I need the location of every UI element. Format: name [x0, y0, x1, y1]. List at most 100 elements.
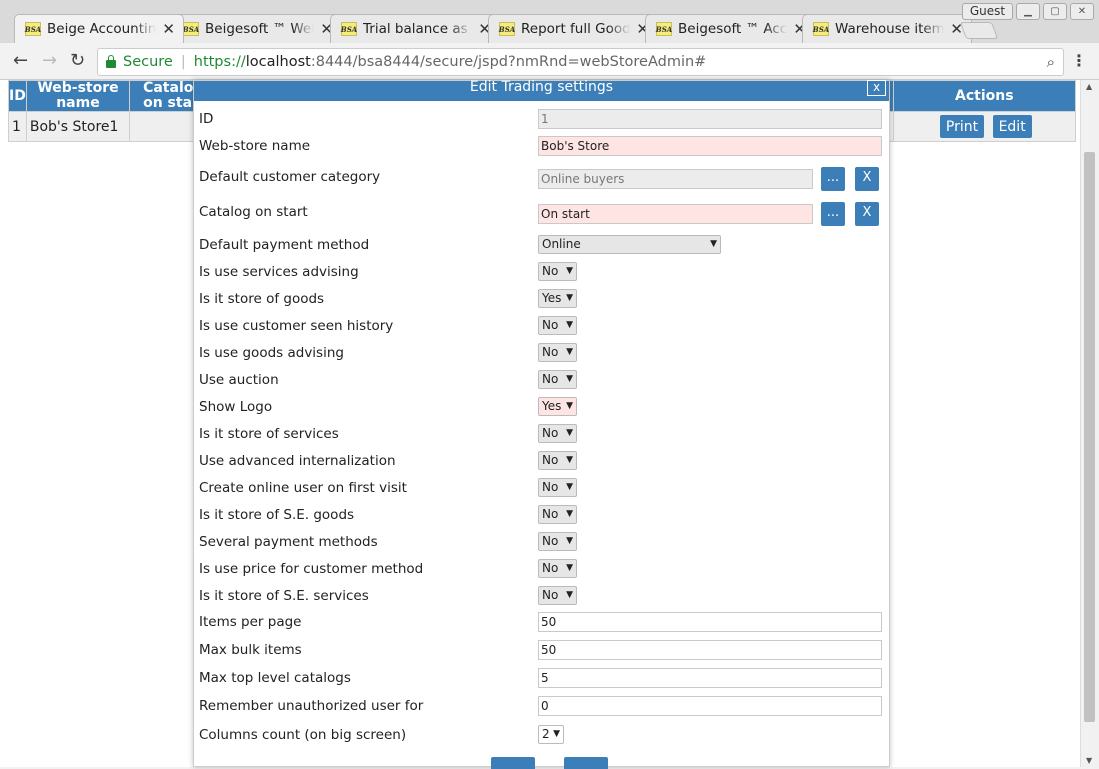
column-header-actions: Actions [892, 80, 1077, 112]
new-tab-button[interactable] [959, 22, 999, 39]
reload-icon[interactable]: ↻ [70, 51, 85, 71]
scrollbar-thumb[interactable] [1084, 152, 1095, 722]
dropdown-arrow-icon: ▼ [566, 509, 573, 519]
create-online-user-select[interactable]: No ▼ [538, 478, 577, 497]
advanced-i18n-select[interactable]: No ▼ [538, 451, 577, 470]
dropdown-arrow-icon: ▼ [710, 239, 717, 249]
field-label: Catalog on start [199, 204, 308, 220]
se-services-select[interactable]: No ▼ [538, 586, 577, 605]
url-separator: | [180, 54, 186, 70]
dropdown-arrow-icon: ▼ [566, 563, 573, 573]
goods-advising-select[interactable]: No ▼ [538, 343, 577, 362]
browser-tab[interactable]: BSA Trial balance as of ✕ [330, 14, 500, 43]
max-bulk-items-input[interactable]: 50 [538, 640, 882, 660]
web-store-name-input[interactable]: Bob's Store [538, 136, 882, 156]
dialog-ok-button[interactable] [491, 757, 535, 769]
field-show-logo-row: Show Logo Yes ▼ [199, 397, 885, 416]
scroll-down-icon[interactable]: ▼ [1086, 756, 1092, 765]
pick-customer-category-button[interactable]: ... [821, 167, 845, 191]
select-value: No [542, 426, 559, 440]
field-use-auction-row: Use auction No ▼ [199, 370, 885, 389]
show-logo-select[interactable]: Yes ▼ [538, 397, 577, 416]
field-label: Max bulk items [199, 642, 302, 658]
field-label: Default payment method [199, 236, 370, 253]
field-label: Max top level catalogs [199, 670, 351, 686]
field-label: Use advanced internalization [199, 452, 396, 469]
tab-title: Report full Goods [521, 21, 631, 37]
dialog-header: Edit Trading settings x [194, 80, 889, 101]
field-remember-user-row: Remember unauthorized user for 0 [199, 696, 885, 716]
services-advising-select[interactable]: No ▼ [538, 262, 577, 281]
tab-title: Trial balance as of [363, 21, 472, 37]
field-label: Is use goods advising [199, 344, 344, 361]
browser-menu-icon[interactable]: ⋮ [1071, 51, 1087, 70]
field-label: Web-store name [199, 138, 311, 154]
columns-count-select[interactable]: 2 ▼ [538, 725, 564, 744]
edit-trading-settings-dialog: Edit Trading settings x ID 1 Web-store n… [193, 80, 890, 769]
price-for-customer-select[interactable]: No ▼ [538, 559, 577, 578]
search-icon[interactable]: ⌕ [1047, 53, 1055, 71]
customer-seen-history-select[interactable]: No ▼ [538, 316, 577, 335]
items-per-page-input[interactable]: 50 [538, 612, 882, 632]
field-se-services-row: Is it store of S.E. services No ▼ [199, 586, 885, 605]
field-store-of-services-row: Is it store of services No ▼ [199, 424, 885, 443]
store-of-services-select[interactable]: No ▼ [538, 424, 577, 443]
customer-category-field[interactable]: Online buyers [538, 169, 813, 189]
close-tab-icon[interactable]: ✕ [162, 20, 175, 38]
dropdown-arrow-icon: ▼ [566, 320, 573, 330]
select-value: No [542, 561, 559, 575]
minimize-icon[interactable]: ▁ [1016, 3, 1040, 20]
dropdown-arrow-icon: ▼ [566, 482, 573, 492]
select-value: 2 [542, 727, 550, 741]
browser-toolbar: ← → ↻ Secure | https:// localhost :8444/… [0, 43, 1099, 80]
field-web-store-name-row: Web-store name Bob's Store [199, 136, 885, 156]
field-label: Is use services advising [199, 263, 359, 280]
cell-actions: Print Edit [892, 111, 1077, 142]
url-protocol: https:// [193, 54, 246, 70]
bsa-favicon-icon: BSA [813, 22, 829, 36]
forward-arrow-icon[interactable]: → [42, 51, 57, 71]
guest-profile-button[interactable]: Guest [962, 3, 1013, 20]
field-store-of-goods-row: Is it store of goods Yes ▼ [199, 289, 885, 308]
use-auction-select[interactable]: No ▼ [538, 370, 577, 389]
browser-tab[interactable]: BSA Warehouse items ✕ [802, 14, 972, 43]
max-top-catalogs-input[interactable]: 5 [538, 668, 882, 688]
select-value: Yes [542, 399, 562, 413]
se-goods-select[interactable]: No ▼ [538, 505, 577, 524]
browser-tab[interactable]: BSA Beigesoft ™ Acc ✕ [645, 14, 815, 43]
maximize-icon[interactable]: ▢ [1043, 3, 1067, 20]
select-value: No [542, 345, 559, 359]
clear-customer-category-button[interactable]: X [855, 167, 879, 191]
payment-method-select[interactable]: Online ▼ [538, 235, 721, 254]
select-value: Yes [542, 291, 562, 305]
print-button[interactable]: Print [939, 115, 985, 138]
edit-button[interactable]: Edit [992, 115, 1032, 138]
select-value: No [542, 372, 559, 386]
id-field[interactable]: 1 [538, 109, 882, 129]
field-id-row: ID 1 [199, 109, 885, 129]
page-scrollbar[interactable]: ▲ ▼ [1080, 80, 1099, 767]
url-path: :8444/bsa8444/secure/jspd?nmRnd=webStore… [310, 54, 707, 70]
lock-icon [106, 55, 116, 68]
dialog-close-button[interactable]: x [867, 80, 886, 96]
back-arrow-icon[interactable]: ← [13, 51, 28, 71]
browser-tab[interactable]: BSA Beigesoft ™ Web ✕ [172, 14, 342, 43]
remember-user-input[interactable]: 0 [538, 696, 882, 716]
close-window-icon[interactable]: ✕ [1070, 3, 1094, 20]
catalog-on-start-field[interactable]: On start [538, 204, 813, 224]
cell-id: 1 [8, 111, 27, 142]
clear-catalog-button[interactable]: X [855, 202, 879, 226]
pick-catalog-button[interactable]: ... [821, 202, 845, 226]
dialog-cancel-button[interactable] [564, 757, 608, 769]
field-catalog-on-start-row: Catalog on start On start ... X [199, 202, 885, 226]
column-header-id: ID [8, 80, 27, 112]
browser-tab[interactable]: BSA Beige Accounting ✕ [14, 14, 184, 43]
address-bar[interactable]: Secure | https:// localhost :8444/bsa844… [97, 48, 1064, 76]
field-label: Columns count (on big screen) [199, 726, 407, 743]
scroll-up-icon[interactable]: ▲ [1086, 82, 1092, 91]
field-label: Several payment methods [199, 533, 378, 550]
browser-tab[interactable]: BSA Report full Goods ✕ [488, 14, 658, 43]
field-create-online-user-row: Create online user on first visit No ▼ [199, 478, 885, 497]
store-of-goods-select[interactable]: Yes ▼ [538, 289, 577, 308]
several-payment-methods-select[interactable]: No ▼ [538, 532, 577, 551]
